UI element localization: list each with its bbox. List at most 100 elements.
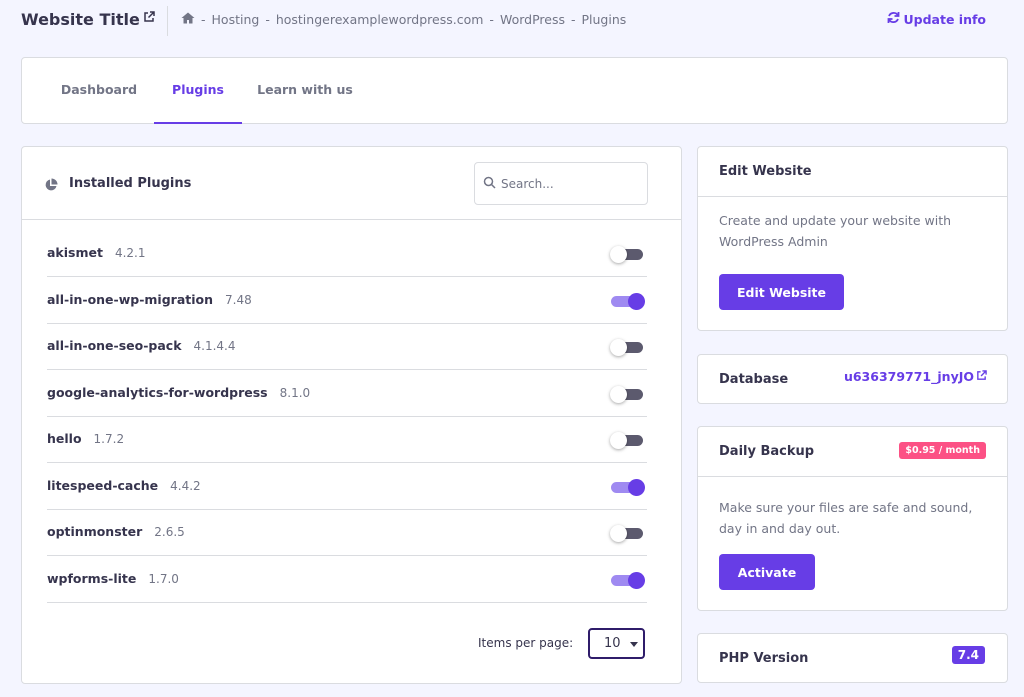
- header-divider: [167, 6, 168, 36]
- top-bar: Website Title - Hosting - hostingerexamp…: [0, 0, 1024, 42]
- plugin-row: optinmonster 2.6.5: [47, 510, 647, 556]
- plugin-name-text: google-analytics-for-wordpress: [47, 384, 268, 400]
- plugin-version: 1.7.0: [148, 571, 179, 586]
- update-info-label: Update info: [903, 11, 987, 27]
- plugin-name: all-in-one-wp-migration 7.48: [47, 292, 252, 307]
- breadcrumb-hosting[interactable]: Hosting: [212, 12, 260, 27]
- toggle-knob: [628, 292, 645, 310]
- plugin-row: all-in-one-wp-migration 7.48: [47, 278, 647, 324]
- plugin-row: litespeed-cache 4.4.2: [47, 464, 647, 510]
- edit-website-title: Edit Website: [719, 164, 812, 179]
- breadcrumb-sep: -: [489, 12, 494, 27]
- search-icon: [483, 174, 496, 193]
- tab-plugins[interactable]: Plugins: [154, 58, 242, 124]
- plugin-name-text: optinmonster: [47, 524, 143, 539]
- breadcrumb-sep: -: [265, 12, 270, 27]
- plugin-row: akismet 4.2.1: [47, 231, 647, 277]
- plugin-toggle[interactable]: [610, 385, 645, 403]
- plugin-name-text: all-in-one-seo-pack: [47, 338, 182, 353]
- plugin-name: optinmonster 2.6.5: [47, 524, 185, 539]
- edit-website-card: Edit Website Create and update your webs…: [697, 146, 1008, 331]
- toggle-knob: [610, 246, 627, 263]
- plugin-name-text: akismet: [47, 245, 103, 260]
- plugin-version: 1.7.2: [93, 432, 125, 446]
- plugin-name-text: hello: [47, 431, 82, 446]
- tab-dashboard[interactable]: Dashboard: [43, 58, 155, 124]
- edit-website-button[interactable]: Edit Website: [719, 274, 844, 310]
- edit-website-header: Edit Website: [698, 147, 1007, 197]
- items-per-page-select[interactable]: 10: [588, 628, 645, 659]
- plugin-name-text: litespeed-cache: [47, 477, 159, 493]
- activate-button[interactable]: Activate: [719, 554, 815, 590]
- daily-backup-description: Make sure your files are safe and sound,…: [719, 500, 973, 536]
- database-name: u636379771_jnyJO: [843, 369, 974, 384]
- database-link[interactable]: u636379771_jnyJO: [844, 369, 987, 384]
- database-card: Database u636379771_jnyJO: [697, 354, 1008, 404]
- plugin-version: 2.6.5: [154, 525, 185, 539]
- site-title: Website Title: [21, 10, 155, 29]
- plugin-toggle[interactable]: [610, 525, 645, 542]
- toggle-knob: [628, 478, 645, 496]
- items-per-page-label: Items per page:: [478, 636, 574, 650]
- plugin-name: hello 1.7.2: [47, 431, 124, 446]
- plugin-row: all-in-one-seo-pack 4.1.4.4: [47, 324, 647, 370]
- plugin-toggle[interactable]: [611, 571, 645, 589]
- plugin-name: wpforms-lite 1.7.0: [47, 571, 179, 586]
- update-info-button[interactable]: Update info: [887, 11, 987, 27]
- search-input[interactable]: [501, 176, 631, 191]
- plugin-name-text: all-in-one-wp-migration: [47, 291, 214, 307]
- plugin-row: google-analytics-for-wordpress 8.1.0: [47, 371, 647, 417]
- breadcrumb-domain[interactable]: hostingerexamplewordpress.com: [276, 12, 484, 27]
- site-title-text: Website Title: [21, 10, 140, 29]
- external-link-icon: [976, 369, 987, 384]
- plugin-row: wpforms-lite 1.7.0: [47, 557, 647, 603]
- php-version-badge: 7.4: [951, 646, 985, 664]
- home-icon[interactable]: [181, 12, 195, 27]
- toggle-knob: [610, 339, 627, 356]
- plugin-toggle[interactable]: [610, 246, 645, 263]
- pie-chart-icon: [44, 177, 58, 196]
- toggle-knob: [610, 385, 627, 403]
- price-badge: $0.95 / month: [899, 442, 986, 459]
- plugin-version: 7.48: [225, 292, 252, 307]
- plugin-name: all-in-one-seo-pack 4.1.4.4: [47, 338, 236, 353]
- breadcrumb-wordpress[interactable]: WordPress: [500, 12, 565, 27]
- breadcrumb-plugins: Plugins: [581, 12, 627, 27]
- refresh-icon: [887, 11, 900, 27]
- daily-backup-title: Daily Backup: [719, 444, 815, 459]
- php-version-label: PHP Version: [719, 651, 809, 666]
- toggle-knob: [610, 525, 627, 542]
- plugin-row: hello 1.7.2: [47, 417, 647, 463]
- breadcrumb-sep: -: [570, 12, 576, 27]
- caret-down-icon: [629, 642, 638, 647]
- plugins-title: Installed Plugins: [69, 176, 192, 191]
- plugin-name: akismet 4.2.1: [47, 245, 146, 260]
- daily-backup-header: Daily Backup $0.95 / month: [698, 427, 1007, 477]
- plugin-name: google-analytics-for-wordpress 8.1.0: [47, 385, 310, 400]
- daily-backup-card: Daily Backup $0.95 / month Make sure you…: [697, 426, 1008, 611]
- plugin-toggle[interactable]: [610, 432, 645, 449]
- plugin-version: 8.1.0: [279, 385, 311, 400]
- search-box[interactable]: [474, 162, 648, 205]
- plugin-version: 4.1.4.4: [193, 339, 236, 353]
- plugin-toggle[interactable]: [610, 339, 645, 356]
- plugin-name: litespeed-cache 4.4.2: [47, 478, 201, 493]
- edit-website-description: Create and update your website with Word…: [719, 213, 952, 249]
- tab-learn-with-us[interactable]: Learn with us: [242, 58, 368, 124]
- breadcrumb: - Hosting - hostingerexamplewordpress.co…: [181, 12, 626, 27]
- plugins-header: Installed Plugins: [22, 147, 681, 220]
- plugin-version: 4.2.1: [114, 246, 146, 260]
- plugin-version: 4.4.2: [170, 478, 201, 493]
- plugin-name-text: wpforms-lite: [47, 570, 137, 586]
- toggle-knob: [610, 432, 627, 449]
- external-link-icon[interactable]: [143, 8, 155, 27]
- items-per-page-value: 10: [604, 636, 621, 651]
- database-label: Database: [719, 372, 789, 387]
- plugin-toggle[interactable]: [611, 292, 645, 310]
- installed-plugins-card: Installed Plugins akismet 4.2.1 all-in-one…: [21, 146, 682, 684]
- plugin-toggle[interactable]: [611, 478, 645, 496]
- php-version-card: PHP Version 7.4: [697, 633, 1008, 683]
- breadcrumb-sep: -: [201, 12, 206, 27]
- tabs-card: Dashboard Plugins Learn with us: [21, 57, 1008, 124]
- toggle-knob: [628, 571, 645, 589]
